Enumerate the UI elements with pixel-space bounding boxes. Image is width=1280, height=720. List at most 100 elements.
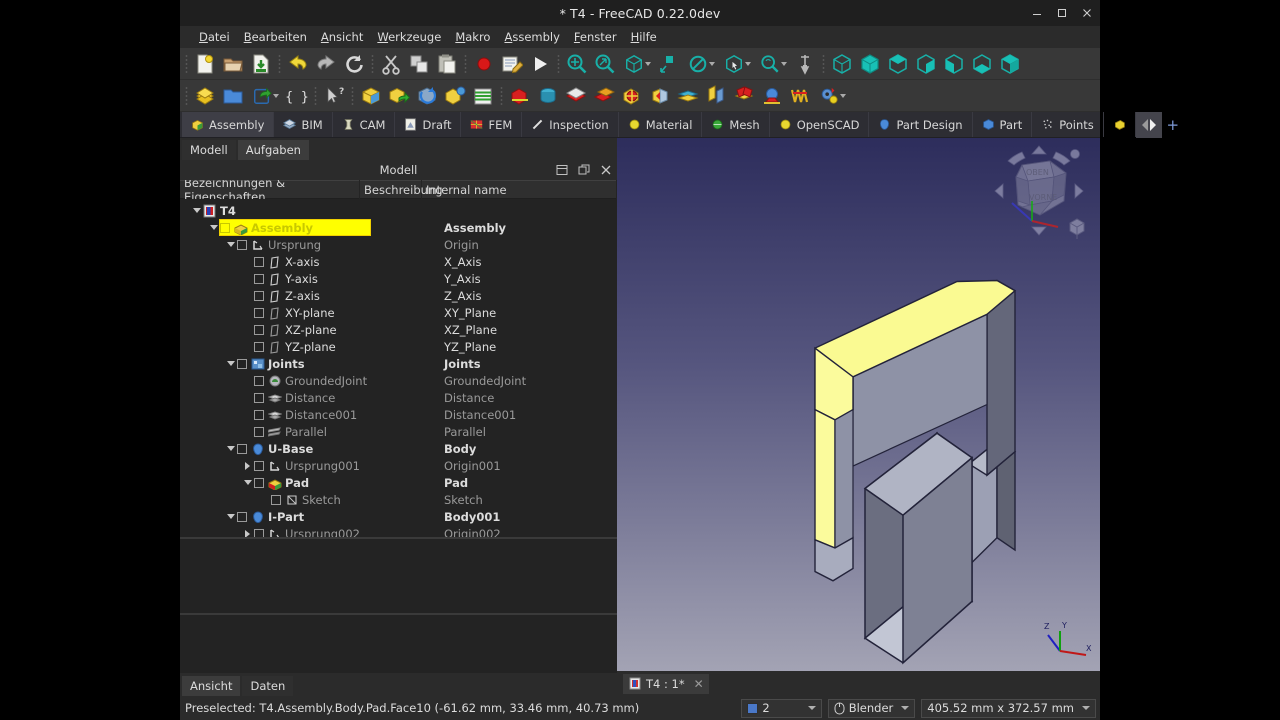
- tree-row-origin001[interactable]: Ursprung001 Origin001: [180, 457, 617, 474]
- workbench-tab-draft[interactable]: Draft: [395, 112, 462, 137]
- tree-expand-arrow-icon[interactable]: [224, 440, 237, 457]
- workbench-tab-overflow[interactable]: [1104, 112, 1136, 137]
- tree-item-checkbox[interactable]: [237, 358, 247, 369]
- tree-item-checkbox[interactable]: [237, 443, 247, 454]
- workbench-tab-part-design[interactable]: Part Design: [869, 112, 973, 137]
- tree-row-[interactable]: T4: [180, 202, 617, 219]
- macro-record-icon[interactable]: [470, 50, 498, 78]
- workbench-tab-bim[interactable]: BIM: [274, 112, 333, 137]
- tree-item-label-group[interactable]: T4: [203, 204, 236, 218]
- tree-item-checkbox[interactable]: [254, 341, 264, 352]
- chevron-down-icon[interactable]: [272, 93, 279, 98]
- tree-item-checkbox[interactable]: [254, 528, 264, 537]
- top-view-icon[interactable]: [884, 50, 912, 78]
- undo-icon[interactable]: [284, 50, 312, 78]
- tree-item-label-group[interactable]: Distance001: [254, 408, 357, 422]
- tree-row-z-axis[interactable]: Z-axis Z_Axis: [180, 287, 617, 304]
- chevron-down-icon[interactable]: [839, 93, 846, 98]
- tree-row-xy-plane[interactable]: XY-plane XY_Plane: [180, 304, 617, 321]
- tree-item-checkbox[interactable]: [254, 290, 264, 301]
- bom-icon[interactable]: [441, 82, 469, 110]
- close-icon[interactable]: [1080, 6, 1094, 20]
- fit-all-icon[interactable]: [563, 50, 591, 78]
- column-header-names[interactable]: Bezeichnungen & Eigenschaften: [180, 176, 360, 204]
- tree-row-distance001[interactable]: Distance001 Distance001: [180, 406, 617, 423]
- navigation-style-selector[interactable]: Blender: [827, 698, 916, 718]
- tree-row-parallel[interactable]: Parallel Parallel: [180, 423, 617, 440]
- left-view-icon[interactable]: [996, 50, 1024, 78]
- toolbar-grip[interactable]: [185, 53, 188, 74]
- tree-row-joints[interactable]: Joints Joints: [180, 355, 617, 372]
- perpendicular-joint-icon[interactable]: [730, 82, 758, 110]
- panel-tab-modell[interactable]: Modell: [182, 140, 236, 160]
- view-tab-t4[interactable]: T4 : 1* ✕: [623, 673, 709, 694]
- save-document-icon[interactable]: [247, 50, 275, 78]
- menu-ansicht[interactable]: Ansicht: [314, 28, 370, 46]
- navigation-cube[interactable]: OBEN VORNE: [992, 143, 1088, 247]
- tree-row-origin[interactable]: Ursprung Origin: [180, 236, 617, 253]
- workbench-tab-mesh[interactable]: Mesh: [702, 112, 770, 137]
- grounded-joint-icon[interactable]: [506, 82, 534, 110]
- collapse-panel-icon[interactable]: [555, 164, 568, 177]
- transform-icon[interactable]: [413, 82, 441, 110]
- tree-item-label-group[interactable]: XY-plane: [254, 306, 335, 320]
- chevron-down-icon[interactable]: [1082, 706, 1090, 710]
- tree-item-label-group[interactable]: X-axis: [254, 255, 320, 269]
- menu-datei[interactable]: Datei: [192, 28, 237, 46]
- panel-tab-aufgaben[interactable]: Aufgaben: [237, 140, 309, 160]
- tree-item-checkbox[interactable]: [254, 392, 264, 403]
- chevron-down-icon[interactable]: [807, 706, 816, 710]
- tree-item-checkbox[interactable]: [254, 426, 264, 437]
- close-panel-icon[interactable]: [599, 164, 612, 177]
- create-assembly-icon[interactable]: [191, 82, 219, 110]
- column-header-description[interactable]: Beschreibung: [360, 180, 443, 199]
- tree-row-groundedjoint[interactable]: GroundedJoint GroundedJoint: [180, 372, 617, 389]
- tree-item-label-group[interactable]: U-Base: [237, 442, 313, 456]
- workbench-tab-openscad[interactable]: OpenSCAD: [770, 112, 870, 137]
- tree-item-checkbox[interactable]: [254, 375, 264, 386]
- add-workbench-button[interactable]: +: [1162, 112, 1184, 138]
- tree-item-checkbox[interactable]: [254, 307, 264, 318]
- ball-joint-icon[interactable]: [646, 82, 674, 110]
- right-view-icon[interactable]: [912, 50, 940, 78]
- menu-makro[interactable]: Makro: [448, 28, 497, 46]
- chevron-down-icon[interactable]: [708, 61, 715, 66]
- tree-item-label-group[interactable]: Sketch: [271, 493, 341, 507]
- tree-item-checkbox[interactable]: [254, 256, 264, 267]
- tree-item-checkbox[interactable]: [237, 511, 247, 522]
- viewport-size-selector[interactable]: 405.52 mm x 372.57 mm: [921, 698, 1096, 718]
- list-icon[interactable]: [469, 82, 497, 110]
- var-set-icon[interactable]: { }: [283, 82, 311, 110]
- menu-werkzeuge[interactable]: Werkzeuge: [370, 28, 448, 46]
- toolbar-grip[interactable]: [185, 85, 188, 106]
- tree-expand-arrow-icon[interactable]: [241, 474, 254, 491]
- tree-expand-arrow-icon[interactable]: [224, 236, 237, 253]
- property-editor-upper[interactable]: [180, 537, 617, 613]
- tree-item-label-group[interactable]: Ursprung002: [254, 527, 360, 537]
- tree-expand-arrow-icon[interactable]: [190, 202, 203, 219]
- 3d-viewport[interactable]: OBEN VORNE Z Y X: [617, 138, 1100, 671]
- solid-part-icon[interactable]: [357, 82, 385, 110]
- tree-item-label-group[interactable]: Assembly: [219, 219, 371, 236]
- fixed-joint-icon[interactable]: [534, 82, 562, 110]
- open-document-icon[interactable]: [219, 50, 247, 78]
- tree-row-body[interactable]: U-Base Body: [180, 440, 617, 457]
- parallel-joint-icon[interactable]: [702, 82, 730, 110]
- tree-item-label-group[interactable]: I-Part: [237, 510, 304, 524]
- workbench-tab-inspection[interactable]: Inspection: [522, 112, 619, 137]
- toggle-visibility-icon[interactable]: [655, 50, 683, 78]
- std-views-icon[interactable]: [619, 50, 655, 78]
- tree-row-sketch[interactable]: Sketch Sketch: [180, 491, 617, 508]
- export-icon[interactable]: [247, 82, 283, 110]
- tree-item-label-group[interactable]: Joints: [237, 357, 305, 371]
- axonometric-view-icon[interactable]: [828, 50, 856, 78]
- menu-hilfe[interactable]: Hilfe: [624, 28, 664, 46]
- tree-expand-arrow-icon[interactable]: [224, 355, 237, 372]
- rear-view-icon[interactable]: [940, 50, 968, 78]
- chevron-down-icon[interactable]: [901, 706, 910, 710]
- float-panel-icon[interactable]: [577, 164, 590, 177]
- tree-item-checkbox[interactable]: [271, 494, 281, 505]
- maximize-icon[interactable]: [1055, 6, 1069, 20]
- gear-joint-icon[interactable]: [786, 82, 814, 110]
- chevron-down-icon[interactable]: [644, 61, 651, 66]
